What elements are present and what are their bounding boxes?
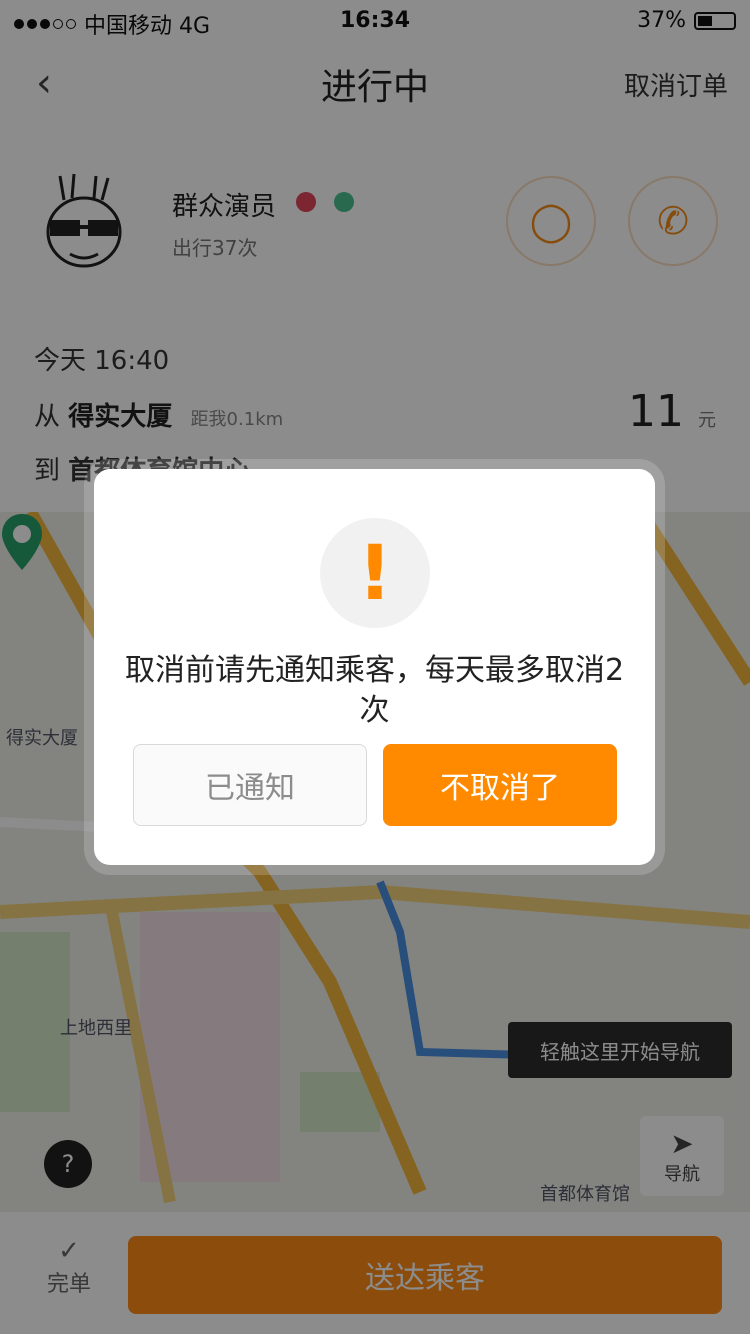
keep-order-button[interactable]: 不取消了 — [383, 744, 617, 826]
dialog-message: 取消前请先通知乘客，每天最多取消2次 — [124, 653, 625, 728]
notified-button[interactable]: 已通知 — [133, 744, 367, 826]
exclamation-icon: ! — [320, 518, 430, 628]
cancel-confirm-dialog: ! 取消前请先通知乘客，每天最多取消2次 已通知 不取消了 — [94, 469, 655, 865]
